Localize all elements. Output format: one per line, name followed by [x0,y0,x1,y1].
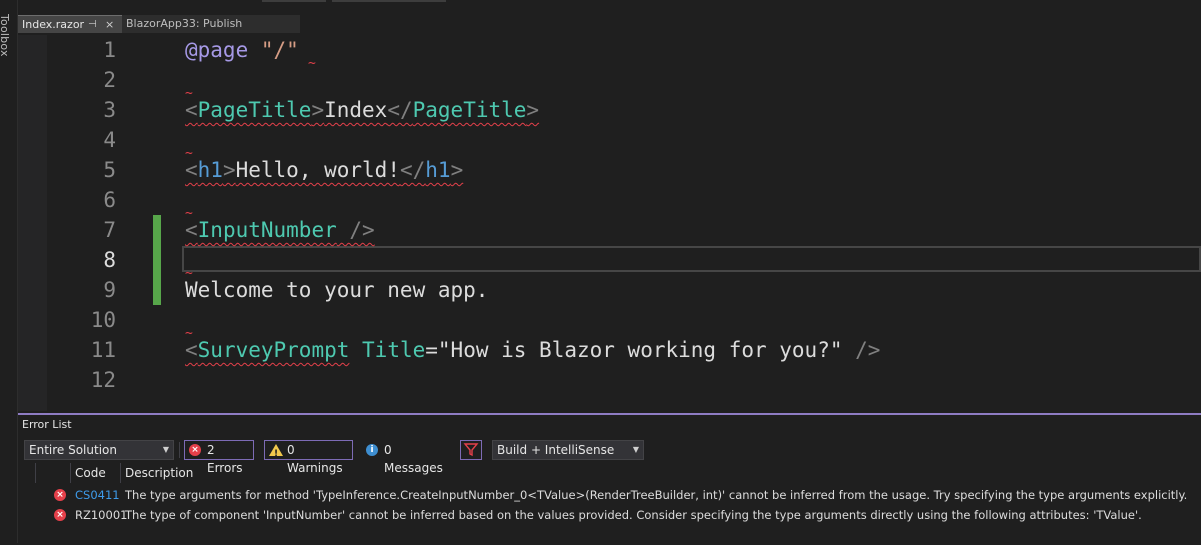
component-name: SurveyPrompt [197,338,350,362]
scope-dropdown-value: Entire Solution [29,443,117,457]
error-row[interactable]: × CS0411 The type arguments for method '… [18,485,1201,505]
tab-index-razor[interactable]: Index.razor ⊣ × [18,15,122,33]
attribute-value: "How is Blazor working for you?" [437,338,843,362]
line-number: 4 [103,128,116,152]
line-number: 8 [103,248,116,272]
element-text: Hello, world! [235,158,400,182]
line-number: 3 [103,98,116,122]
tag-bracket: < [185,98,198,122]
chevron-down-icon: ▼ [632,445,639,454]
line-number: 6 [103,188,116,212]
info-icon: i [366,444,378,456]
column-header-description[interactable]: Description [120,463,1201,483]
document-tab-bar: Index.razor ⊣ × BlazorApp33: Publish [18,15,1201,33]
error-list-header: Code Description [18,463,1201,483]
error-icon: × [54,509,66,521]
toolbox-label[interactable]: Toolbox [0,14,11,57]
error-description: The type of component 'InputNumber' cann… [125,508,1142,522]
toolbar-separator [179,442,180,458]
tag-bracket: /> [842,338,881,362]
chevron-down-icon: ▼ [162,445,169,454]
tag-bracket: > [450,158,464,182]
column-header-label: Description [125,466,194,480]
line-number: 10 [90,308,116,332]
line-number: 2 [103,68,116,92]
error-code: RZ10001 [75,508,128,522]
error-code-link[interactable]: CS0411 [75,485,120,505]
element-text: Index [324,98,388,122]
column-header-label: Code [75,466,106,480]
tag-bracket: < [185,158,198,182]
sort-column-header[interactable] [35,463,49,483]
code-line: 5 <h1>Hello, world!</h1> [18,155,1201,185]
tab-label: Index.razor [22,18,85,31]
tag-bracket: </ [387,98,413,122]
component-name: PageTitle [197,98,312,122]
pin-icon[interactable]: ⊣ [88,16,97,34]
filter-funnel-button[interactable] [460,440,482,460]
line-number: 7 [103,218,116,242]
error-icon: × [189,444,201,456]
string-literal: "/" [260,38,299,62]
tab-label: BlazorApp33: Publish [126,17,243,30]
razor-directive: @page [185,38,249,62]
tag-bracket: > [526,98,540,122]
code-line: 7 <InputNumber /> [18,215,1201,245]
html-tag: h1 [425,158,451,182]
tag-bracket: < [185,338,198,362]
component-name: InputNumber [197,218,337,242]
attribute-name: Title [362,338,426,362]
funnel-icon [463,443,479,457]
build-source-value: Build + IntelliSense [497,443,615,457]
code-line: 1 @page "/" [18,35,1201,65]
error-list-window: Error List Entire Solution ▼ × 2 Errors … [18,413,1201,545]
warning-icon: ! [269,444,283,459]
build-source-dropdown[interactable]: Build + IntelliSense ▼ [492,440,644,460]
code-editor[interactable]: 1 @page "/" ~ 2 ~ 3 <PageTitle>Index</Pa… [18,35,1201,411]
error-list-title[interactable]: Error List [18,415,1201,435]
component-name: PageTitle [412,98,527,122]
scope-dropdown[interactable]: Entire Solution ▼ [24,440,174,460]
line-number: 12 [90,368,116,392]
tag-bracket: </ [399,158,426,182]
error-list-toolbar: Entire Solution ▼ × 2 Errors ! 0 Warning… [18,437,1201,475]
line-number: 5 [103,158,116,182]
warnings-filter-button[interactable]: ! 0 Warnings [264,440,353,475]
top-divider [332,0,446,2]
errors-filter-button[interactable]: × 2 Errors [184,440,254,475]
tag-bracket: /> [336,218,375,242]
tag-bracket: < [185,218,198,242]
tab-publish[interactable]: BlazorApp33: Publish [122,15,300,33]
code-line: 11 <SurveyPrompt Title="How is Blazor wo… [18,335,1201,365]
line-number: 9 [103,278,116,302]
error-row[interactable]: × RZ10001 The type of component 'InputNu… [18,505,1201,525]
tag-bracket: > [311,98,325,122]
error-icon: × [54,489,66,501]
element-text: Welcome to your new app. [185,278,489,302]
messages-filter-button[interactable]: i 0 Messages [361,440,453,475]
line-number: 11 [90,338,116,362]
toolbox-panel-strip[interactable]: Toolbox [0,0,18,543]
code-line: 3 <PageTitle>Index</PageTitle> [18,95,1201,125]
code-line: 9 Welcome to your new app. [18,275,1201,305]
html-tag: h1 [197,158,223,182]
error-description: The type arguments for method 'TypeInfer… [125,488,1188,502]
close-icon[interactable]: × [105,16,114,34]
line-number: 1 [103,38,116,62]
equals-sign: = [425,338,438,362]
top-divider [262,0,326,2]
column-header-code[interactable]: Code [70,463,120,483]
code-line: 12 [18,365,1201,395]
tag-bracket: > [222,158,236,182]
